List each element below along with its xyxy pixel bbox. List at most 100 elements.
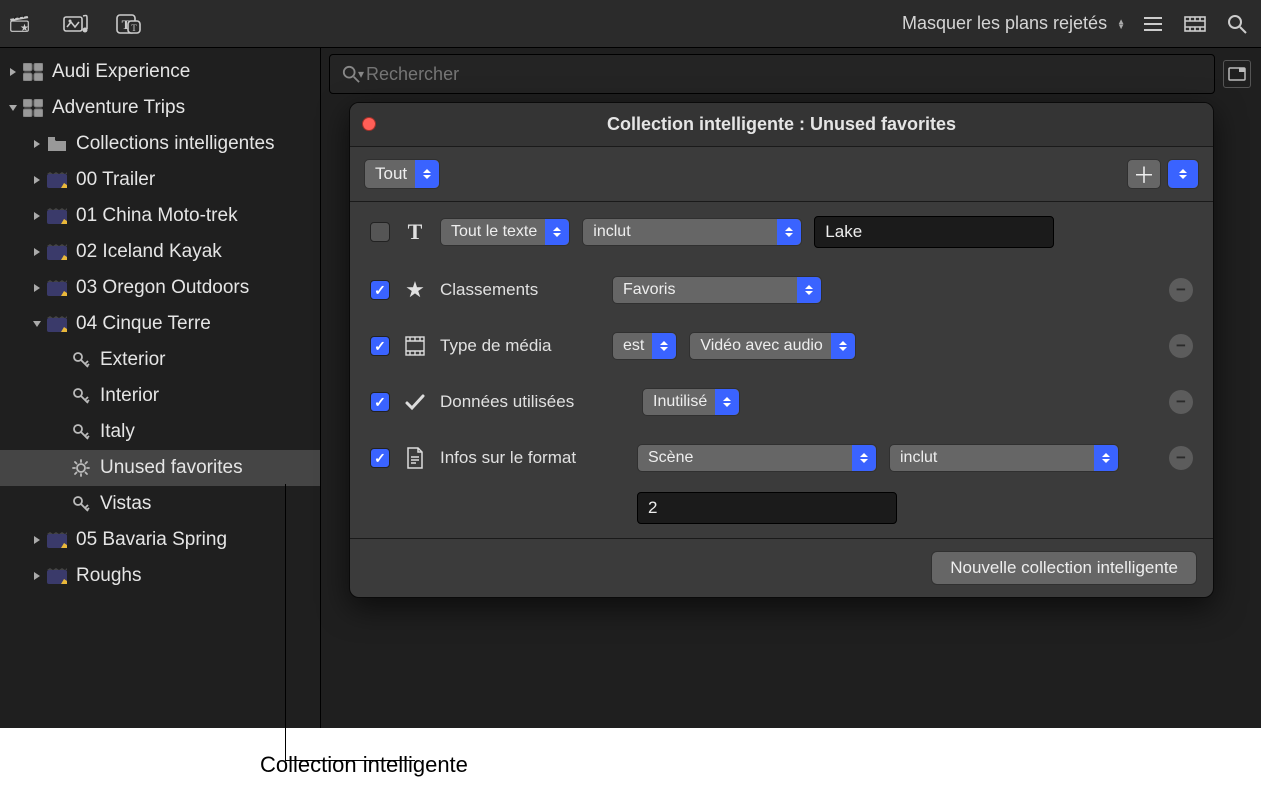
sidebar-item[interactable]: Vistas [0, 486, 320, 522]
sidebar-item-label: Audi Experience [52, 61, 190, 83]
disclosure-icon[interactable] [30, 283, 44, 293]
format-field-popup[interactable]: Scène [637, 444, 877, 472]
checkmark-icon [402, 393, 428, 411]
sidebar-item-label: 00 Trailer [76, 169, 155, 191]
rule-label: Type de média [440, 336, 600, 356]
rule-text: T Tout le texte inclut [350, 202, 1213, 262]
disclosure-icon[interactable] [30, 139, 44, 149]
annotation-leader-line [285, 484, 286, 760]
star-icon: ★ [402, 277, 428, 303]
sidebar-item-label: Adventure Trips [52, 97, 185, 119]
event-icon [46, 532, 68, 548]
format-op-popup[interactable]: inclut [889, 444, 1119, 472]
remove-rule-button[interactable]: − [1169, 446, 1193, 470]
event-icon [46, 172, 68, 188]
used-value-popup[interactable]: Inutilisé [642, 388, 740, 416]
sidebar-item-label: 02 Iceland Kayak [76, 241, 222, 263]
sidebar-item[interactable]: 02 Iceland Kayak [0, 234, 320, 270]
app-window: ★ TT Masquer les plans rejetés ▲▼ Audi E… [0, 0, 1261, 728]
text-field-popup[interactable]: Tout le texte [440, 218, 570, 246]
match-popup-label: Tout [375, 164, 407, 184]
event-icon [46, 316, 68, 332]
rule-label: Infos sur le format [440, 448, 625, 468]
event-icon [46, 208, 68, 224]
list-view-icon[interactable] [1139, 10, 1167, 38]
sidebar-item[interactable]: 01 China Moto-trek [0, 198, 320, 234]
disclosure-icon[interactable] [30, 175, 44, 185]
panel-title: Collection intelligente : Unused favorit… [607, 114, 956, 135]
sidebar-item-label: Collections intelligentes [76, 133, 275, 155]
sidebar-item[interactable]: Italy [0, 414, 320, 450]
annotation-label: Collection intelligente [260, 752, 468, 778]
photos-music-icon[interactable] [62, 10, 90, 38]
sidebar-item[interactable]: 03 Oregon Outdoors [0, 270, 320, 306]
rule-enable-checkbox[interactable] [370, 336, 390, 356]
search-icon[interactable] [1223, 10, 1251, 38]
rule-label: Classements [440, 280, 600, 300]
sidebar-item[interactable]: 04 Cinque Terre [0, 306, 320, 342]
new-smart-collection-button[interactable]: Nouvelle collection intelligente [931, 551, 1197, 585]
text-op-popup[interactable]: inclut [582, 218, 802, 246]
disclosure-icon[interactable] [30, 319, 44, 329]
rule-enable-checkbox[interactable] [370, 222, 390, 242]
text-value-input[interactable] [814, 216, 1054, 248]
sidebar-item[interactable]: Collections intelligentes [0, 126, 320, 162]
keyword-icon [70, 387, 92, 405]
hide-rejected-dropdown[interactable]: Masquer les plans rejetés ▲▼ [902, 13, 1125, 34]
media-value-popup[interactable]: Vidéo avec audio [689, 332, 855, 360]
media-op-popup[interactable]: est [612, 332, 677, 360]
disclosure-icon[interactable] [30, 535, 44, 545]
smart-collection-panel: Collection intelligente : Unused favorit… [349, 102, 1214, 598]
sidebar-item-label: 05 Bavaria Spring [76, 529, 227, 551]
sidebar-item[interactable]: Exterior [0, 342, 320, 378]
search-input[interactable] [366, 64, 1202, 85]
rule-format-info: Infos sur le format Scène inclut − [350, 430, 1213, 538]
format-value-input[interactable] [637, 492, 897, 524]
add-rule-button[interactable]: ＋ [1127, 159, 1161, 189]
filmstrip-view-icon[interactable] [1181, 10, 1209, 38]
rule-enable-checkbox[interactable] [370, 280, 390, 300]
close-traffic-light-icon[interactable] [362, 117, 376, 131]
rule-enable-checkbox[interactable] [370, 392, 390, 412]
library-icon [22, 63, 44, 81]
ratings-value-popup[interactable]: Favoris [612, 276, 822, 304]
disclosure-icon[interactable] [30, 211, 44, 221]
updown-icon [415, 160, 439, 188]
sidebar-item[interactable]: Adventure Trips [0, 90, 320, 126]
clapperboard-icon[interactable]: ★ [10, 10, 38, 38]
sidebar-item[interactable]: Audi Experience [0, 54, 320, 90]
updown-icon [1168, 160, 1198, 188]
disclosure-icon[interactable] [30, 247, 44, 257]
remove-rule-button[interactable]: − [1169, 390, 1193, 414]
keyword-icon [70, 423, 92, 441]
rule-enable-checkbox[interactable] [370, 448, 390, 468]
disclosure-icon[interactable] [6, 67, 20, 77]
rules-list: T Tout le texte inclut ★ Classements Fav… [350, 201, 1213, 539]
match-popup[interactable]: Tout [364, 159, 440, 189]
sidebar-item-label: 04 Cinque Terre [76, 313, 211, 335]
sidebar-item-label: Interior [100, 385, 159, 407]
sidebar-item[interactable]: Interior [0, 378, 320, 414]
remove-rule-button[interactable]: − [1169, 334, 1193, 358]
sidebar-item[interactable]: 05 Bavaria Spring [0, 522, 320, 558]
updown-icon: ▲▼ [1117, 19, 1125, 29]
disclosure-icon[interactable] [6, 103, 20, 113]
sidebar-item[interactable]: 00 Trailer [0, 162, 320, 198]
disclosure-icon[interactable] [30, 571, 44, 581]
rule-ratings: ★ Classements Favoris − [350, 262, 1213, 318]
sidebar-item-label: 01 China Moto-trek [76, 205, 238, 227]
library-icon [22, 99, 44, 117]
add-rule-menu[interactable] [1167, 159, 1199, 189]
remove-rule-button[interactable]: − [1169, 278, 1193, 302]
rule-used-media: Données utilisées Inutilisé − [350, 374, 1213, 430]
sidebar-item-label: Vistas [100, 493, 151, 515]
rule-media-type: Type de média est Vidéo avec audio − [350, 318, 1213, 374]
hide-rejected-label: Masquer les plans rejetés [902, 13, 1107, 34]
sidebar-item-label: Unused favorites [100, 457, 243, 479]
view-options-icon[interactable] [1223, 60, 1251, 88]
sidebar-item[interactable]: Roughs [0, 558, 320, 594]
titles-icon[interactable]: TT [114, 10, 142, 38]
toolbar: ★ TT Masquer les plans rejetés ▲▼ [0, 0, 1261, 48]
search-bar[interactable]: ▾ [329, 54, 1215, 94]
sidebar-item[interactable]: Unused favorites [0, 450, 320, 486]
